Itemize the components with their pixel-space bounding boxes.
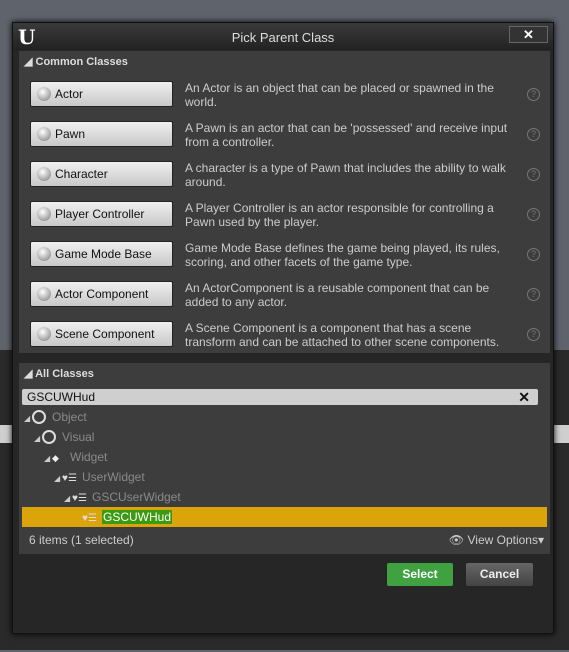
class-button-label: Player Controller — [55, 207, 145, 221]
dialog-title: Pick Parent Class — [231, 30, 335, 45]
class-button-label: Game Mode Base — [55, 247, 152, 261]
tree-row-userwidget[interactable]: ◢ ♥☰ UserWidget — [22, 467, 547, 487]
cancel-button[interactable]: Cancel — [466, 563, 533, 586]
tree-row-gscuserwidget[interactable]: ◢ ♥☰ GSCUserWidget — [22, 487, 547, 507]
tree-row-object[interactable]: ◢ Object — [22, 407, 547, 427]
class-button-label: Actor Component — [55, 287, 149, 301]
close-button[interactable]: ✕ — [509, 26, 548, 43]
class-icon — [37, 167, 51, 181]
class-description: An Actor is an object that can be placed… — [185, 81, 494, 109]
all-classes-header[interactable]: ◢ All Classes — [19, 363, 550, 380]
class-button-label: Character — [55, 167, 108, 181]
class-icon — [37, 327, 51, 341]
clear-search-icon[interactable]: ✕ — [518, 389, 530, 405]
class-icon — [37, 87, 51, 101]
class-description: Game Mode Base defines the game being pl… — [185, 241, 500, 269]
class-button-game-mode-base[interactable]: Game Mode Base — [30, 241, 173, 267]
tree-label: GSCUserWidget — [92, 490, 181, 504]
class-button-label: Pawn — [55, 127, 86, 141]
eye-icon: 👁 — [448, 533, 465, 547]
class-button-player-controller[interactable]: Player Controller — [30, 201, 173, 227]
class-button-pawn[interactable]: Pawn — [30, 121, 173, 147]
view-options-button[interactable]: 👁 View Options▾ — [449, 533, 544, 547]
user-widget-icon: ♥☰ — [82, 513, 97, 524]
common-classes-label: Common Classes — [35, 56, 128, 68]
unreal-logo-icon: U — [18, 25, 36, 49]
view-options-label: View Options — [467, 533, 538, 547]
help-icon[interactable]: ? — [527, 88, 540, 101]
tree-label: UserWidget — [82, 470, 145, 484]
class-button-actor[interactable]: Actor — [30, 81, 173, 107]
class-button-actor-component[interactable]: Actor Component — [30, 281, 173, 307]
class-button-label: Scene Component — [55, 327, 155, 341]
common-classes-panel: ◢ Common Classes Actor An Actor is an ob… — [19, 51, 550, 353]
tree-row-gscuwhud[interactable]: ♥☰ GSCUWHud — [22, 507, 547, 527]
object-icon — [42, 430, 56, 444]
help-icon[interactable]: ? — [527, 128, 540, 141]
tree-label: Widget — [70, 450, 108, 464]
tree-row-visual[interactable]: ◢ Visual — [22, 427, 547, 447]
tree-label: Object — [52, 410, 87, 424]
class-description: A character is a type of Pawn that inclu… — [185, 161, 506, 189]
item-count-status: 6 items (1 selected) — [29, 533, 134, 547]
user-widget-icon: ♥☰ — [62, 473, 77, 484]
class-icon — [37, 127, 51, 141]
class-button-scene-component[interactable]: Scene Component — [30, 321, 173, 347]
class-description: A Player Controller is an actor responsi… — [185, 201, 494, 229]
user-widget-icon: ♥☰ — [72, 493, 87, 504]
object-icon — [32, 410, 46, 424]
help-icon[interactable]: ? — [527, 328, 540, 341]
class-icon — [37, 287, 51, 301]
tree-label: GSCUWHud — [102, 510, 173, 524]
class-icon — [37, 207, 51, 221]
tree-label: Visual — [62, 430, 95, 444]
tree-row-widget[interactable]: ◢ ◆ Widget — [22, 447, 547, 467]
help-icon[interactable]: ? — [527, 208, 540, 221]
widget-icon: ◆ — [52, 453, 59, 463]
all-classes-panel: ◢ All Classes GSCUWHud ✕ ◢ Object ◢ Visual … — [19, 363, 550, 554]
class-description: An ActorComponent is a reusable componen… — [185, 281, 490, 309]
search-value: GSCUWHud — [27, 390, 96, 404]
all-classes-label: All Classes — [35, 368, 94, 380]
title-bar[interactable]: U Pick Parent Class ✕ — [13, 23, 553, 50]
class-description: A Scene Component is a component that ha… — [185, 321, 500, 349]
class-button-label: Actor — [55, 87, 84, 101]
pick-parent-class-dialog: U Pick Parent Class ✕ ◢ Common Classes A… — [12, 22, 554, 634]
search-input[interactable]: GSCUWHud ✕ — [22, 389, 538, 405]
class-description: A Pawn is an actor that can be 'possesse… — [185, 121, 508, 149]
class-icon — [37, 247, 51, 261]
class-button-character[interactable]: Character — [30, 161, 173, 187]
help-icon[interactable]: ? — [527, 248, 540, 261]
help-icon[interactable]: ? — [527, 288, 540, 301]
select-button[interactable]: Select — [387, 563, 453, 586]
help-icon[interactable]: ? — [527, 168, 540, 181]
common-classes-header[interactable]: ◢ Common Classes — [19, 51, 550, 68]
